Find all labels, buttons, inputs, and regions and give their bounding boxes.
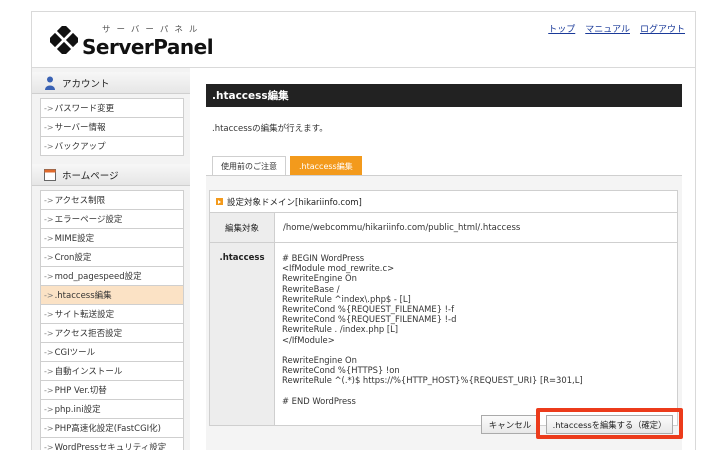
sidebar-item-label: PHP Ver.切替 [54, 386, 107, 396]
main-content: .htaccess編集 .htaccessの編集が行えます。 使用前のご注意 .… [206, 84, 682, 450]
sidebar-item-label: WordPressセキュリティ設定 [54, 443, 167, 450]
homepage-icon [44, 168, 56, 181]
sidebar-item-server-info[interactable]: -> サーバー情報 [41, 118, 183, 137]
header: サーバーパネル ServerPanel トップ マニュアル ログアウト [32, 12, 695, 68]
arrow-icon: -> [44, 404, 54, 414]
sidebar-item-pagespeed[interactable]: -> mod_pagespeed設定 [41, 267, 183, 286]
sidebar-item-fastcgi[interactable]: -> PHP高速化設定(FastCGI化) [41, 419, 183, 438]
htaccess-content: # BEGIN WordPress <IfModule mod_rewrite.… [282, 253, 583, 406]
arrow-icon: -> [44, 214, 54, 224]
logo[interactable]: サーバーパネル ServerPanel [50, 21, 214, 61]
domain-marker-icon [216, 198, 223, 205]
app-frame: サーバーパネル ServerPanel トップ マニュアル ログアウト アカウン… [31, 11, 696, 450]
sidebar-item-php-ini[interactable]: -> php.ini設定 [41, 400, 183, 419]
sidebar-section-title: ホームページ [62, 170, 119, 182]
tab-precautions[interactable]: 使用前のご注意 [212, 156, 286, 175]
sidebar-item-label: バックアップ [54, 142, 106, 152]
sidebar-item-label: php.ini設定 [54, 405, 101, 415]
arrow-icon: -> [44, 252, 54, 262]
link-top[interactable]: トップ [548, 22, 575, 35]
sidebar-item-cgi-tools[interactable]: -> CGIツール [41, 343, 183, 362]
sidebar-item-error-page[interactable]: -> エラーページ設定 [41, 210, 183, 229]
arrow-icon: -> [44, 233, 54, 243]
account-menu: -> パスワード変更 -> サーバー情報 -> バックアップ [40, 98, 184, 156]
sidebar-item-site-redirect[interactable]: -> サイト転送設定 [41, 305, 183, 324]
sidebar-item-label: CGIツール [54, 348, 96, 358]
sidebar-item-label: サイト転送設定 [54, 310, 115, 320]
tab-htaccess-edit[interactable]: .htaccess編集 [290, 156, 362, 175]
link-logout[interactable]: ログアウト [640, 22, 685, 35]
sidebar-item-htaccess[interactable]: -> .htaccess編集 [41, 286, 183, 305]
domain-row: 設定対象ドメイン[hikariinfo.com] [210, 191, 677, 213]
sidebar-section-title: アカウント [62, 78, 110, 90]
account-user-icon [45, 76, 55, 90]
sidebar-item-php-version[interactable]: -> PHP Ver.切替 [41, 381, 183, 400]
sidebar-item-wp-security[interactable]: -> WordPressセキュリティ設定 [41, 438, 183, 450]
sidebar-item-label: パスワード変更 [54, 104, 115, 114]
arrow-icon: -> [44, 309, 54, 319]
sidebar-item-mime[interactable]: -> MIME設定 [41, 229, 183, 248]
serverpanel-logo-icon [50, 26, 78, 54]
target-path: /home/webcommu/hikariinfo.com/public_htm… [283, 222, 521, 233]
sidebar-item-auto-install[interactable]: -> 自動インストール [41, 362, 183, 381]
htaccess-row: .htaccess # BEGIN WordPress <IfModule mo… [210, 243, 677, 425]
sidebar-item-label: アクセス拒否設定 [54, 329, 123, 339]
sidebar-item-password[interactable]: -> パスワード変更 [41, 99, 183, 118]
logo-kana: サーバーパネル [102, 25, 204, 35]
sidebar-item-backup[interactable]: -> バックアップ [41, 137, 183, 156]
arrow-icon: -> [44, 347, 54, 357]
arrow-icon: -> [44, 103, 54, 113]
top-links: トップ マニュアル ログアウト [548, 22, 685, 35]
htaccess-label: .htaccess [210, 243, 275, 425]
page-title: .htaccess編集 [206, 84, 682, 107]
arrow-icon: -> [44, 385, 54, 395]
arrow-icon: -> [44, 442, 54, 450]
sidebar: アカウント -> パスワード変更 -> サーバー情報 -> バックアップ ホームページ… [32, 68, 190, 450]
page-description: .htaccessの編集が行えます。 [212, 124, 328, 134]
arrow-icon: -> [44, 423, 54, 433]
sidebar-item-cron[interactable]: -> Cron設定 [41, 248, 183, 267]
sidebar-section-account: アカウント [32, 72, 190, 94]
sidebar-item-access-limit[interactable]: -> アクセス制限 [41, 191, 183, 210]
sidebar-item-label: Cron設定 [54, 253, 92, 263]
target-label: 編集対象 [210, 213, 275, 242]
htaccess-table: 設定対象ドメイン[hikariinfo.com] 編集対象 /home/webc… [209, 190, 678, 426]
target-row: 編集対象 /home/webcommu/hikariinfo.com/publi… [210, 213, 677, 243]
arrow-icon: -> [44, 271, 54, 281]
homepage-menu: -> アクセス制限 -> エラーページ設定 -> MIME設定 -> Cron設定 ->… [40, 190, 184, 450]
logo-text: ServerPanel [82, 35, 214, 59]
sidebar-item-label: サーバー情報 [54, 123, 106, 133]
sidebar-item-label: MIME設定 [54, 234, 95, 244]
sidebar-item-label: PHP高速化設定(FastCGI化) [54, 424, 161, 434]
htaccess-editor[interactable]: # BEGIN WordPress <IfModule mod_rewrite.… [275, 243, 677, 425]
sidebar-section-homepage: ホームページ [32, 164, 190, 186]
arrow-icon: -> [44, 290, 54, 300]
cancel-button[interactable]: キャンセル [481, 415, 539, 434]
sidebar-item-label: 自動インストール [54, 367, 123, 377]
sidebar-item-label: mod_pagespeed設定 [54, 272, 142, 282]
tab-bar: 使用前のご注意 .htaccess編集 [212, 156, 362, 175]
sidebar-item-label: エラーページ設定 [54, 215, 123, 225]
arrow-icon: -> [44, 366, 54, 376]
arrow-icon: -> [44, 328, 54, 338]
sidebar-item-label: .htaccess編集 [54, 291, 112, 301]
arrow-icon: -> [44, 122, 54, 132]
highlight-annotation [536, 408, 683, 439]
arrow-icon: -> [44, 141, 54, 151]
arrow-icon: -> [44, 195, 54, 205]
sidebar-item-label: アクセス制限 [54, 196, 106, 206]
sidebar-item-access-deny[interactable]: -> アクセス拒否設定 [41, 324, 183, 343]
domain-label: 設定対象ドメイン[hikariinfo.com] [227, 197, 362, 208]
link-manual[interactable]: マニュアル [585, 22, 630, 35]
